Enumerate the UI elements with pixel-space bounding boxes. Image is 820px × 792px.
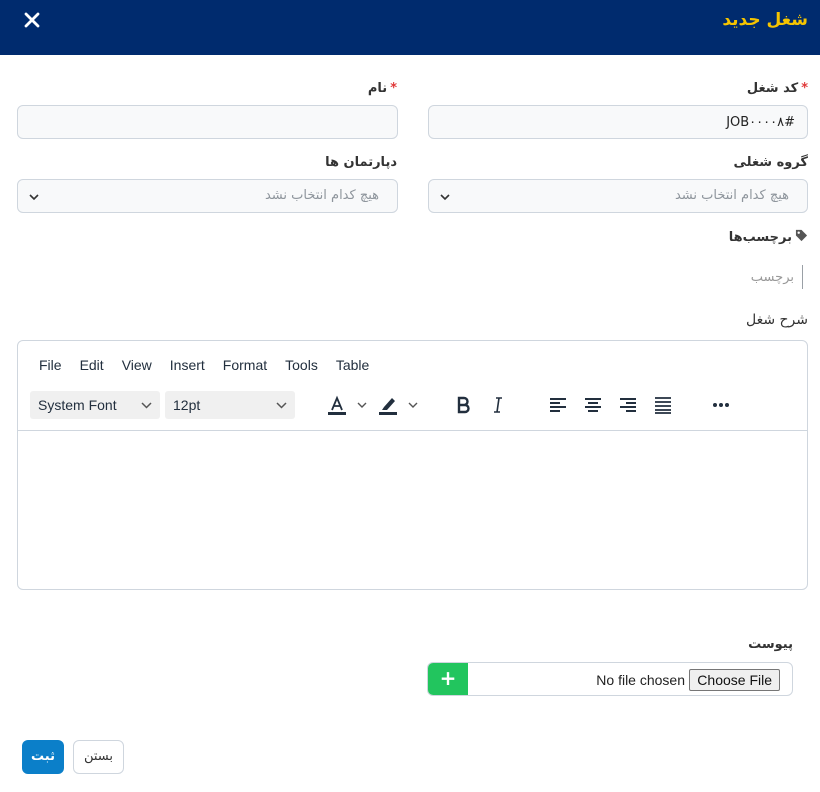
highlight-color-button[interactable] bbox=[376, 393, 400, 417]
chevron-down-icon bbox=[440, 194, 450, 201]
menu-file[interactable]: File bbox=[30, 357, 71, 373]
modal-title: شغل جدید bbox=[722, 10, 808, 30]
more-button[interactable] bbox=[709, 393, 733, 417]
name-input[interactable] bbox=[17, 105, 398, 139]
menu-tools[interactable]: Tools bbox=[276, 357, 327, 373]
submit-button[interactable]: ثبت bbox=[22, 740, 64, 774]
file-upload: + No file chosen Choose File bbox=[427, 662, 793, 696]
tag-icon bbox=[795, 229, 808, 242]
italic-icon bbox=[494, 397, 502, 413]
tags-label: برچسب‌ها bbox=[729, 229, 808, 245]
close-button[interactable] bbox=[22, 10, 42, 30]
font-family-select[interactable]: System Font bbox=[30, 391, 160, 419]
align-left-icon bbox=[550, 398, 566, 412]
modal-header: شغل جدید bbox=[0, 0, 820, 55]
job-group-select[interactable]: هیچ کدام انتخاب نشد bbox=[428, 179, 808, 213]
bold-icon bbox=[457, 396, 470, 414]
menu-edit[interactable]: Edit bbox=[71, 357, 113, 373]
font-size-select[interactable]: 12pt bbox=[165, 391, 295, 419]
chevron-down-icon[interactable] bbox=[408, 400, 418, 410]
file-status-text: No file chosen bbox=[596, 672, 685, 688]
job-group-placeholder: هیچ کدام انتخاب نشد bbox=[674, 188, 789, 203]
font-size-value: 12pt bbox=[173, 397, 201, 413]
align-left-button[interactable] bbox=[546, 393, 570, 417]
job-code-label-text: کد شغل bbox=[746, 81, 799, 96]
text-color-icon bbox=[328, 395, 346, 415]
departments-placeholder: هیچ کدام انتخاب نشد bbox=[264, 188, 379, 203]
departments-label: دپارتمان ها bbox=[325, 155, 397, 170]
align-center-button[interactable] bbox=[581, 393, 605, 417]
align-center-icon bbox=[585, 398, 601, 412]
more-horizontal-icon bbox=[713, 403, 729, 407]
align-right-button[interactable] bbox=[616, 393, 640, 417]
description-label: شرح شغل bbox=[745, 312, 808, 328]
tags-input[interactable] bbox=[713, 265, 803, 289]
text-color-button[interactable] bbox=[325, 393, 349, 417]
chevron-down-icon bbox=[29, 194, 39, 201]
tags-label-text: برچسب‌ها bbox=[728, 230, 792, 245]
rich-text-editor: File Edit View Insert Format Tools Table… bbox=[17, 340, 808, 590]
menu-table[interactable]: Table bbox=[327, 357, 378, 373]
required-mark: * bbox=[801, 81, 808, 96]
align-justify-button[interactable] bbox=[651, 393, 675, 417]
align-right-icon bbox=[620, 398, 636, 412]
close-form-button[interactable]: بستن bbox=[73, 740, 124, 774]
name-label-text: نام bbox=[367, 81, 388, 96]
editor-toolbar: System Font 12pt bbox=[18, 389, 807, 429]
chevron-down-icon bbox=[276, 402, 287, 409]
job-code-label: *کد شغل bbox=[747, 81, 808, 96]
add-attachment-button[interactable]: + bbox=[428, 663, 468, 695]
menu-format[interactable]: Format bbox=[214, 357, 276, 373]
font-family-value: System Font bbox=[38, 397, 117, 413]
menu-view[interactable]: View bbox=[113, 357, 161, 373]
editor-menubar: File Edit View Insert Format Tools Table bbox=[30, 357, 378, 373]
choose-file-button[interactable]: Choose File bbox=[689, 669, 780, 691]
required-mark: * bbox=[390, 81, 397, 96]
departments-select[interactable]: هیچ کدام انتخاب نشد bbox=[17, 179, 398, 213]
job-code-input[interactable] bbox=[428, 105, 808, 139]
menu-insert[interactable]: Insert bbox=[161, 357, 214, 373]
chevron-down-icon bbox=[141, 402, 152, 409]
bold-button[interactable] bbox=[451, 393, 475, 417]
attachment-label: پیوست bbox=[748, 637, 793, 652]
editor-content-area[interactable] bbox=[18, 430, 807, 590]
italic-button[interactable] bbox=[486, 393, 510, 417]
align-justify-icon bbox=[655, 397, 671, 414]
chevron-down-icon[interactable] bbox=[357, 400, 367, 410]
highlighter-icon bbox=[379, 398, 397, 415]
job-group-label: گروه شغلی bbox=[733, 155, 808, 170]
close-icon bbox=[24, 12, 40, 28]
name-label: *نام bbox=[368, 81, 397, 96]
